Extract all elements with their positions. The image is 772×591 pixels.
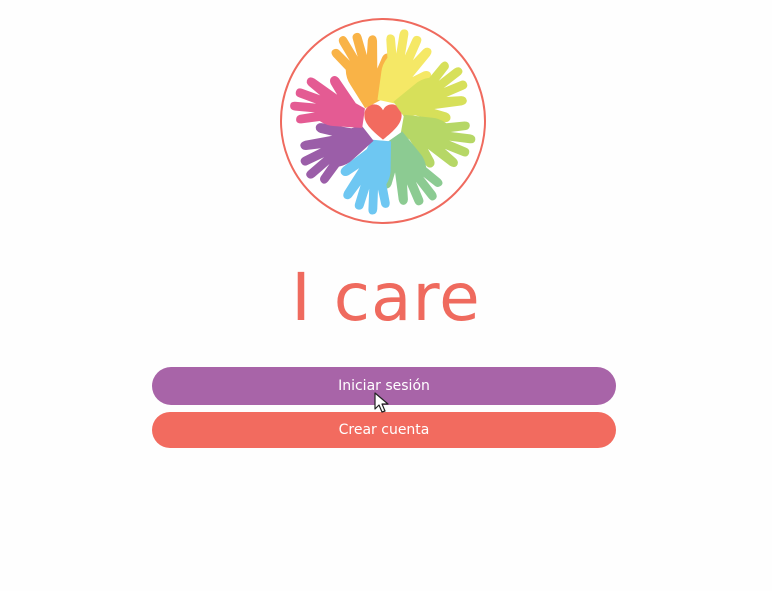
- create-account-button[interactable]: Crear cuenta: [152, 412, 616, 448]
- login-button[interactable]: Iniciar sesión: [152, 367, 616, 405]
- hands-heart-icon: [285, 20, 482, 220]
- app-logo: [280, 18, 486, 224]
- app-title: I care: [291, 259, 481, 336]
